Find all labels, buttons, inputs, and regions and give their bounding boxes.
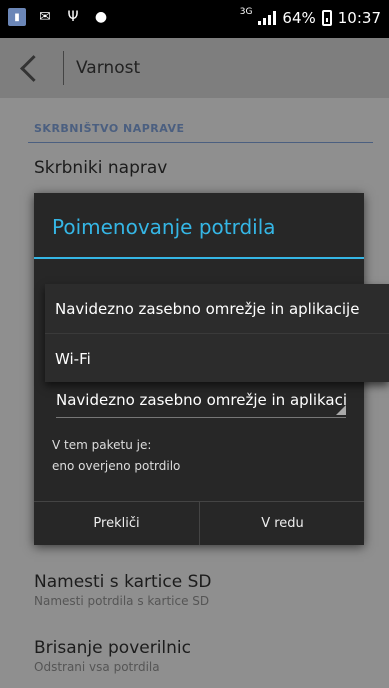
dropdown-option-vpn-apps[interactable]: Navidezno zasebno omrežje in aplikacije bbox=[45, 284, 389, 334]
back-arrow-icon[interactable] bbox=[20, 54, 47, 82]
battery-icon bbox=[321, 10, 332, 26]
android-icon: ● bbox=[94, 9, 108, 25]
app-bar: Varnost bbox=[0, 38, 389, 98]
list-item-subtitle: Namesti potrdila s kartice SD bbox=[34, 594, 210, 608]
list-item-clear-credentials[interactable]: Brisanje poverilnic Odstrani vsa potrdil… bbox=[34, 638, 364, 674]
spinner-dropdown: Navidezno zasebno omrežje in aplikacije … bbox=[45, 284, 389, 382]
battery-percent: 64% bbox=[282, 9, 316, 27]
app-title: Varnost bbox=[76, 58, 141, 78]
spinner-arrow-icon bbox=[336, 405, 346, 415]
cancel-button[interactable]: Prekliči bbox=[34, 502, 199, 545]
ok-button[interactable]: V redu bbox=[199, 502, 365, 545]
list-item-title: Brisanje poverilnic bbox=[34, 638, 192, 658]
signal-icon bbox=[258, 11, 277, 25]
section-divider bbox=[28, 142, 373, 143]
dropdown-option-wifi[interactable]: Wi-Fi bbox=[45, 334, 389, 383]
dialog-title: Poimenovanje potrdila bbox=[52, 215, 276, 239]
network-type: 3G bbox=[239, 7, 253, 17]
clock: 10:37 bbox=[337, 9, 381, 27]
list-item-device-admins[interactable]: Skrbniki naprav bbox=[34, 158, 364, 178]
mail-icon: ✉ bbox=[39, 9, 51, 25]
notification-icons: ▮ ✉ Ψ ● bbox=[8, 8, 110, 26]
package-label: V tem paketu je: bbox=[52, 438, 152, 452]
credential-use-spinner[interactable]: Navidezno zasebno omrežje in aplikacije bbox=[56, 391, 346, 418]
list-item-title: Namesti s kartice SD bbox=[34, 572, 212, 592]
list-item-install-sd[interactable]: Namesti s kartice SD Namesti potrdila s … bbox=[34, 572, 364, 608]
list-item-title: Skrbniki naprav bbox=[34, 158, 168, 178]
section-header: SKRBNIŠTVO NAPRAVE bbox=[34, 122, 185, 135]
package-content: eno overjeno potrdilo bbox=[52, 459, 181, 473]
status-right: 3G 64% 10:37 bbox=[239, 7, 381, 27]
status-bar: ▮ ✉ Ψ ● 3G 64% 10:37 bbox=[0, 0, 389, 38]
usb-icon: Ψ bbox=[67, 9, 79, 25]
dialog-title-divider bbox=[34, 257, 364, 259]
app-bar-divider bbox=[63, 51, 64, 85]
sim-card-icon: ▮ bbox=[8, 8, 26, 26]
list-item-subtitle: Odstrani vsa potrdila bbox=[34, 660, 160, 674]
spinner-value: Navidezno zasebno omrežje in aplikacije bbox=[56, 391, 346, 409]
